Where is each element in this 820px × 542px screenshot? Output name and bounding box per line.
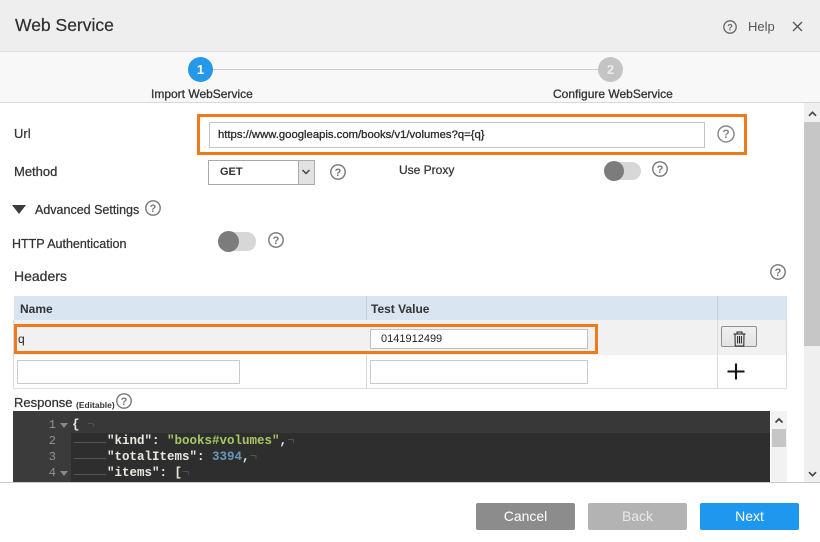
svg-text:?: ? [335,167,342,179]
svg-text:?: ? [120,396,127,408]
svg-text:?: ? [657,164,664,176]
svg-text:?: ? [727,22,733,33]
svg-text:?: ? [273,235,280,247]
svg-text:?: ? [150,203,157,215]
svg-text:?: ? [722,127,729,141]
svg-text:?: ? [775,267,782,279]
